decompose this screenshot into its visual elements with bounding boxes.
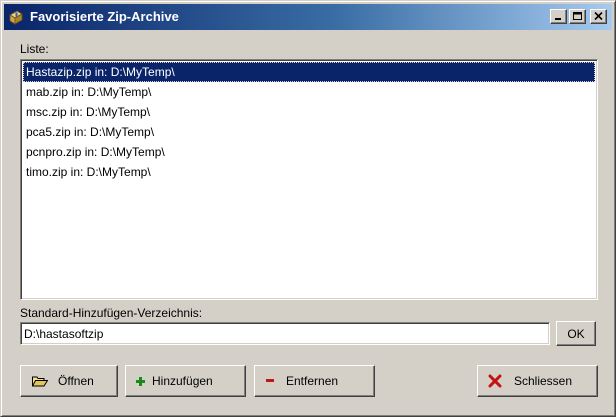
minimize-icon <box>555 18 561 20</box>
open-button-label: Öffnen <box>58 374 94 388</box>
window-title: Favorisierte Zip-Archive <box>30 9 179 24</box>
title-bar[interactable]: Favorisierte Zip-Archive <box>4 4 612 30</box>
zip-archive-icon <box>8 9 24 25</box>
ok-button-label: OK <box>567 326 585 341</box>
close-button-label: Schliessen <box>514 374 573 388</box>
open-button[interactable]: Öffnen <box>20 365 118 397</box>
default-dir-input[interactable] <box>20 322 550 345</box>
add-button[interactable]: Hinzufügen <box>125 365 246 397</box>
maximize-button[interactable] <box>569 9 586 24</box>
close-x-icon <box>488 374 502 388</box>
remove-button-label: Entfernen <box>286 374 339 388</box>
close-window-button[interactable] <box>590 9 607 24</box>
folder-open-icon <box>32 376 48 387</box>
minimize-button[interactable] <box>550 9 567 24</box>
remove-button[interactable]: Entfernen <box>254 365 375 397</box>
list-item[interactable]: pcnpro.zip in: D:\MyTemp\ <box>23 142 595 162</box>
list-item[interactable]: Hastazip.zip in: D:\MyTemp\ <box>23 62 595 82</box>
maximize-icon <box>573 12 582 20</box>
minus-icon <box>266 379 274 382</box>
list-item[interactable]: timo.zip in: D:\MyTemp\ <box>23 162 595 182</box>
ok-button[interactable]: OK <box>556 321 596 346</box>
list-item[interactable]: pca5.zip in: D:\MyTemp\ <box>23 122 595 142</box>
list-item[interactable]: msc.zip in: D:\MyTemp\ <box>23 102 595 122</box>
favorites-listbox[interactable]: Hastazip.zip in: D:\MyTemp\ mab.zip in: … <box>20 59 598 300</box>
close-icon <box>594 12 603 21</box>
favorites-dialog: Favorisierte Zip-Archive Liste: Hastazip… <box>0 0 616 417</box>
add-button-label: Hinzufügen <box>152 374 213 388</box>
list-item[interactable]: mab.zip in: D:\MyTemp\ <box>23 82 595 102</box>
close-button[interactable]: Schliessen <box>477 365 598 397</box>
plus-icon <box>136 376 145 386</box>
list-label: Liste: <box>20 42 49 56</box>
default-dir-label: Standard-Hinzufügen-Verzeichnis: <box>20 306 203 320</box>
